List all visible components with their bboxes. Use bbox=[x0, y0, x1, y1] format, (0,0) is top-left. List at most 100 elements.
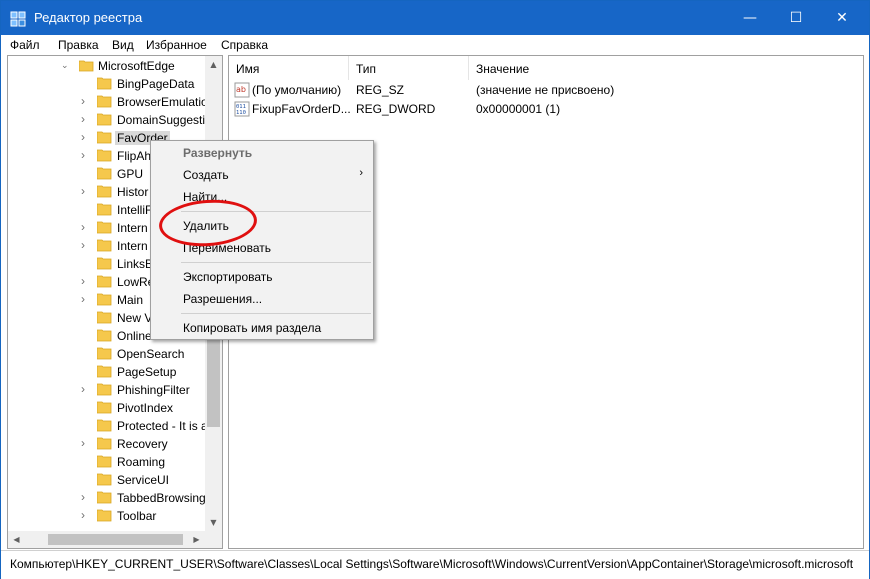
tree-item-label: Main bbox=[117, 293, 144, 307]
chevron-right-icon[interactable]: › bbox=[81, 94, 91, 108]
folder-icon bbox=[97, 401, 112, 414]
menu-view[interactable]: Вид bbox=[112, 38, 134, 52]
scrollbar-corner bbox=[205, 531, 222, 548]
column-header-type[interactable]: Тип bbox=[349, 56, 469, 80]
menu-file[interactable]: Файл bbox=[10, 38, 40, 52]
column-header-name[interactable]: Имя bbox=[229, 56, 349, 80]
scroll-right-icon[interactable]: ▶ bbox=[188, 531, 205, 548]
folder-icon bbox=[97, 275, 112, 288]
table-row[interactable]: 011 110 FixupFavOrderD... REG_DWORD 0x00… bbox=[229, 100, 863, 118]
tree-item[interactable]: › DomainSuggesti bbox=[8, 111, 205, 129]
minimize-icon: — bbox=[743, 10, 757, 26]
chevron-right-icon: › bbox=[359, 167, 363, 179]
tree-item[interactable]: › PhishingFilter bbox=[8, 381, 205, 399]
folder-icon bbox=[97, 203, 112, 216]
folder-icon bbox=[97, 347, 112, 360]
tree-item-label: OpenSearch bbox=[117, 347, 185, 361]
menu-item-permissions[interactable]: Разрешения... bbox=[183, 292, 262, 306]
close-button[interactable]: ✕ bbox=[819, 1, 865, 35]
chevron-right-icon[interactable]: › bbox=[81, 508, 91, 522]
menu-item-expand[interactable]: Развернуть bbox=[183, 146, 252, 160]
value-name: (По умолчанию) bbox=[252, 83, 342, 97]
tree-item[interactable]: › Toolbar bbox=[8, 507, 205, 525]
value-data: 0x00000001 (1) bbox=[476, 102, 561, 116]
scroll-up-icon[interactable]: ▲ bbox=[205, 56, 222, 73]
chevron-right-icon[interactable]: › bbox=[81, 274, 91, 288]
tree-item-label: Intern bbox=[117, 221, 148, 235]
chevron-right-icon[interactable]: › bbox=[81, 292, 91, 306]
chevron-right-icon[interactable]: › bbox=[81, 490, 91, 504]
tree-item-parent[interactable]: ⌄ MicrosoftEdge bbox=[8, 57, 205, 75]
menu-item-create[interactable]: Создать bbox=[183, 168, 229, 182]
tree-item[interactable]: › BrowserEmulatio bbox=[8, 93, 205, 111]
tree-item-label: New V bbox=[117, 311, 153, 325]
chevron-right-icon[interactable]: › bbox=[81, 112, 91, 126]
tree-item[interactable]: ServiceUI bbox=[8, 471, 205, 489]
tree-item-label: LinksB bbox=[117, 257, 154, 271]
menu-separator bbox=[181, 211, 371, 212]
tree-item-label: GPU bbox=[117, 167, 144, 181]
folder-icon bbox=[97, 95, 112, 108]
hscroll-thumb[interactable] bbox=[48, 534, 183, 545]
menu-item-find[interactable]: Найти... bbox=[183, 190, 227, 204]
tree-item-label: FlipAh bbox=[117, 149, 152, 163]
menu-item-delete[interactable]: Удалить bbox=[183, 219, 229, 233]
string-value-icon: ab bbox=[234, 82, 250, 98]
tree-item[interactable]: › Recovery bbox=[8, 435, 205, 453]
maximize-button[interactable]: ☐ bbox=[773, 1, 819, 35]
tree-item[interactable]: PivotIndex bbox=[8, 399, 205, 417]
chevron-right-icon[interactable]: › bbox=[81, 436, 91, 450]
tree-item[interactable]: Protected - It is a bbox=[8, 417, 205, 435]
tree-item-label: PageSetup bbox=[117, 365, 177, 379]
svg-text:110: 110 bbox=[236, 110, 246, 116]
menu-item-export[interactable]: Экспортировать bbox=[183, 270, 273, 284]
menu-item-rename[interactable]: Переименовать bbox=[183, 241, 271, 255]
menu-favorites[interactable]: Избранное bbox=[146, 38, 207, 52]
value-type: REG_SZ bbox=[356, 83, 405, 97]
tree-item[interactable]: › TabbedBrowsing bbox=[8, 489, 205, 507]
chevron-right-icon[interactable]: › bbox=[81, 184, 91, 198]
chevron-right-icon[interactable]: › bbox=[81, 130, 91, 144]
tree-item[interactable]: BingPageData bbox=[8, 75, 205, 93]
menu-item-copy-key-name[interactable]: Копировать имя раздела bbox=[183, 321, 321, 335]
tree-item-label: Protected - It is a bbox=[117, 419, 205, 433]
registry-path: Компьютер\HKEY_CURRENT_USER\Software\Cla… bbox=[10, 557, 854, 571]
tree-item-label: Histor bbox=[117, 185, 149, 199]
menu-bar: Файл Правка Вид Избранное Справка bbox=[1, 35, 869, 55]
tree-item-label: TabbedBrowsing bbox=[117, 491, 205, 505]
tree-item-label: Roaming bbox=[117, 455, 166, 469]
folder-icon bbox=[97, 257, 112, 270]
tree-horizontal-scrollbar[interactable]: ◀ ▶ bbox=[8, 531, 205, 548]
chevron-right-icon[interactable]: › bbox=[81, 238, 91, 252]
chevron-right-icon[interactable]: › bbox=[81, 148, 91, 162]
tree-item-label: PivotIndex bbox=[117, 401, 174, 415]
title-bar[interactable]: Редактор реестра — ☐ ✕ bbox=[1, 1, 869, 35]
folder-icon bbox=[97, 149, 112, 162]
chevron-right-icon[interactable]: › bbox=[81, 382, 91, 396]
menu-help[interactable]: Справка bbox=[221, 38, 268, 52]
chevron-right-icon[interactable]: › bbox=[81, 220, 91, 234]
tree-item-label: PhishingFilter bbox=[117, 383, 190, 397]
menu-edit[interactable]: Правка bbox=[58, 38, 99, 52]
folder-icon bbox=[97, 293, 112, 306]
chevron-down-icon[interactable]: ⌄ bbox=[61, 60, 71, 70]
scroll-down-icon[interactable]: ▼ bbox=[205, 514, 222, 531]
value-data: (значение не присвоено) bbox=[476, 83, 615, 97]
tree-item-label: Intern bbox=[117, 239, 148, 253]
folder-icon bbox=[97, 437, 112, 450]
tree-item[interactable]: Roaming bbox=[8, 453, 205, 471]
folder-icon bbox=[97, 131, 112, 144]
menu-separator bbox=[181, 262, 371, 263]
tree-item-label: Online bbox=[117, 329, 152, 343]
tree-item[interactable]: OpenSearch bbox=[8, 345, 205, 363]
minimize-button[interactable]: — bbox=[727, 1, 773, 35]
scroll-left-icon[interactable]: ◀ bbox=[8, 531, 25, 548]
folder-icon bbox=[97, 221, 112, 234]
column-header-label: Тип bbox=[356, 62, 377, 76]
table-row[interactable]: ab (По умолчанию) REG_SZ (значение не пр… bbox=[229, 81, 863, 99]
value-name: FixupFavOrderD... bbox=[252, 102, 351, 116]
tree-item-label: LowRe bbox=[117, 275, 155, 289]
column-header-value[interactable]: Значение bbox=[469, 56, 863, 80]
close-icon: ✕ bbox=[836, 10, 848, 26]
tree-item[interactable]: PageSetup bbox=[8, 363, 205, 381]
